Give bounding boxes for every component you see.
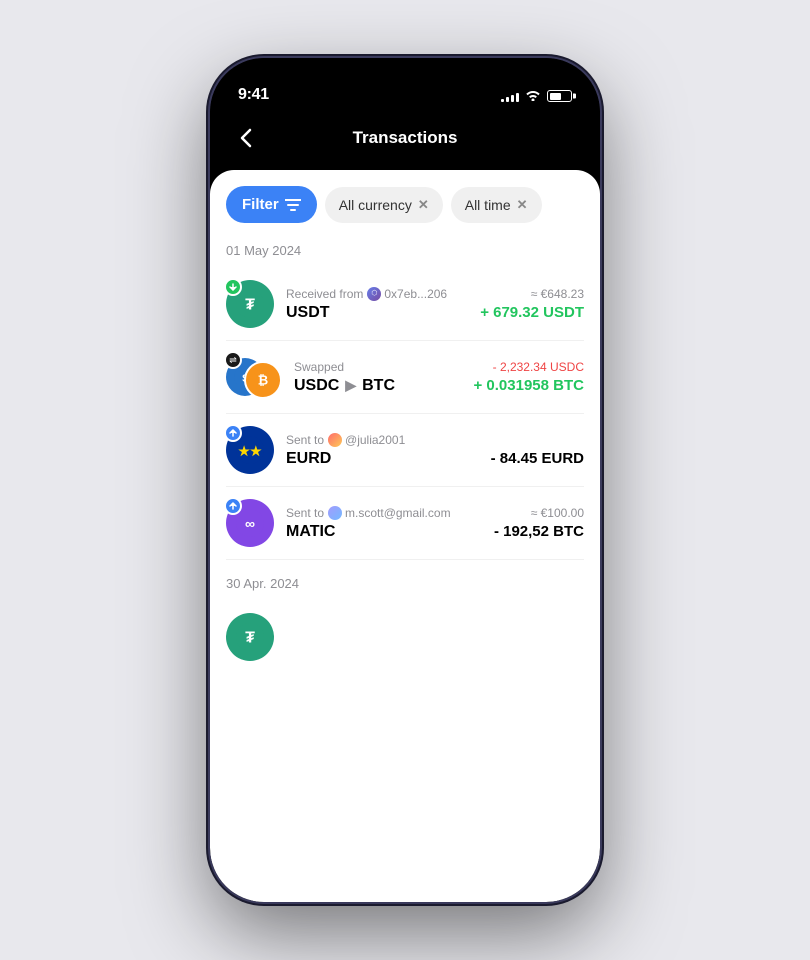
tx-icon-swap: ⇌ $ ₿ <box>226 353 282 401</box>
page-title: Transactions <box>353 128 458 148</box>
signal-icon <box>501 90 519 102</box>
address-icon: ⬡ <box>367 287 381 301</box>
user-avatar-scott <box>328 506 342 520</box>
filter-icon <box>285 199 301 211</box>
svg-text:₮: ₮ <box>245 296 255 313</box>
screen-body: Transactions Filter All currency ✕ <box>210 112 600 902</box>
tx-approx-swap: - 2,232.34 USDC <box>474 360 585 374</box>
phone-frame: 9:41 <box>210 58 600 902</box>
tx-label-usdt: Received from ⬡ 0x7eb...206 <box>286 287 468 301</box>
tx-approx-usdt: ≈ €648.23 <box>480 287 584 301</box>
tx-name-swap: USDC ▶ BTC <box>294 377 462 395</box>
tx-icon-usdt: ₮ <box>226 280 274 328</box>
status-bar: 9:41 <box>210 58 600 112</box>
swap-arrow-icon: ▶ <box>345 377 356 394</box>
tx-middle-eurd: Sent to @julia2001 EURD <box>286 433 479 468</box>
table-row[interactable]: ₮ Received from ⬡ <box>226 270 584 338</box>
table-row[interactable]: ₮ <box>226 603 584 671</box>
tx-amount-eurd: - 84.45 EURD <box>491 450 584 467</box>
tx-right-eurd: - 84.45 EURD <box>491 433 584 467</box>
tx-icon-next: ₮ <box>226 613 274 661</box>
currency-tag-label: All currency <box>339 197 412 213</box>
svg-text:₮: ₮ <box>245 629 255 646</box>
tx-amount-swap: + 0.031958 BTC <box>474 377 585 394</box>
status-time: 9:41 <box>238 86 269 104</box>
date-label-apr: 30 Apr. 2024 <box>226 576 584 591</box>
tx-label-swap: Swapped <box>294 360 462 374</box>
tx-right-usdt: ≈ €648.23 + 679.32 USDT <box>480 287 584 321</box>
filter-row: Filter All currency ✕ All time ✕ <box>226 186 584 223</box>
time-tag-label: All time <box>465 197 511 213</box>
svg-text:★★: ★★ <box>238 443 262 458</box>
tx-amount-usdt: + 679.32 USDT <box>480 304 584 321</box>
status-icons <box>501 88 572 104</box>
receive-badge <box>224 278 242 296</box>
tx-middle-matic: Sent to m.scott@gmail.com MATIC <box>286 506 482 541</box>
tx-label-eurd: Sent to @julia2001 <box>286 433 479 447</box>
send-badge-matic <box>224 497 242 515</box>
svg-text:₿: ₿ <box>258 373 268 388</box>
currency-tag-close[interactable]: ✕ <box>418 197 429 213</box>
tx-middle-swap: Swapped USDC ▶ BTC <box>294 360 462 395</box>
divider-1 <box>226 340 584 341</box>
time-tag-close[interactable]: ✕ <box>517 197 528 213</box>
transactions-card: Filter All currency ✕ All time ✕ <box>210 170 600 902</box>
table-row[interactable]: ⇌ $ ₿ Swapped USDC ▶ BTC <box>226 343 584 411</box>
tx-approx-matic: ≈ €100.00 <box>494 506 584 520</box>
tx-name-matic: MATIC <box>286 523 482 541</box>
tx-amount-matic: - 192,52 BTC <box>494 523 584 540</box>
tx-icon-eurd: ★★ <box>226 426 274 474</box>
svg-text:∞: ∞ <box>245 515 255 531</box>
divider-3 <box>226 486 584 487</box>
date-label-may: 01 May 2024 <box>226 243 584 258</box>
back-button[interactable] <box>230 122 262 154</box>
tx-right-swap: - 2,232.34 USDC + 0.031958 BTC <box>474 360 585 394</box>
divider-2 <box>226 413 584 414</box>
tx-right-matic: ≈ €100.00 - 192,52 BTC <box>494 506 584 540</box>
filter-button[interactable]: Filter <box>226 186 317 223</box>
table-row[interactable]: ∞ Sent to <box>226 489 584 557</box>
filter-label: Filter <box>242 196 279 213</box>
wifi-icon <box>525 88 541 104</box>
table-row[interactable]: ★★ Sent to <box>226 416 584 484</box>
next-coin-icon: ₮ <box>226 613 274 661</box>
divider-4 <box>226 559 584 560</box>
user-avatar-julia <box>328 433 342 447</box>
page-header: Transactions <box>210 112 600 170</box>
tx-approx-eurd <box>491 433 584 447</box>
swap-badge: ⇌ <box>224 351 242 369</box>
battery-icon <box>547 90 572 102</box>
all-currency-tag[interactable]: All currency ✕ <box>325 187 443 223</box>
all-time-tag[interactable]: All time ✕ <box>451 187 542 223</box>
btc-icon: ₿ <box>244 361 282 399</box>
tx-name-usdt: USDT <box>286 304 468 322</box>
battery-fill <box>550 93 561 100</box>
tx-name-eurd: EURD <box>286 450 479 468</box>
screen: 9:41 <box>210 58 600 902</box>
tx-middle-usdt: Received from ⬡ 0x7eb...206 USDT <box>286 287 468 322</box>
tx-icon-matic: ∞ <box>226 499 274 547</box>
tx-label-matic: Sent to m.scott@gmail.com <box>286 506 482 520</box>
send-badge-eurd <box>224 424 242 442</box>
dynamic-island <box>345 68 465 102</box>
